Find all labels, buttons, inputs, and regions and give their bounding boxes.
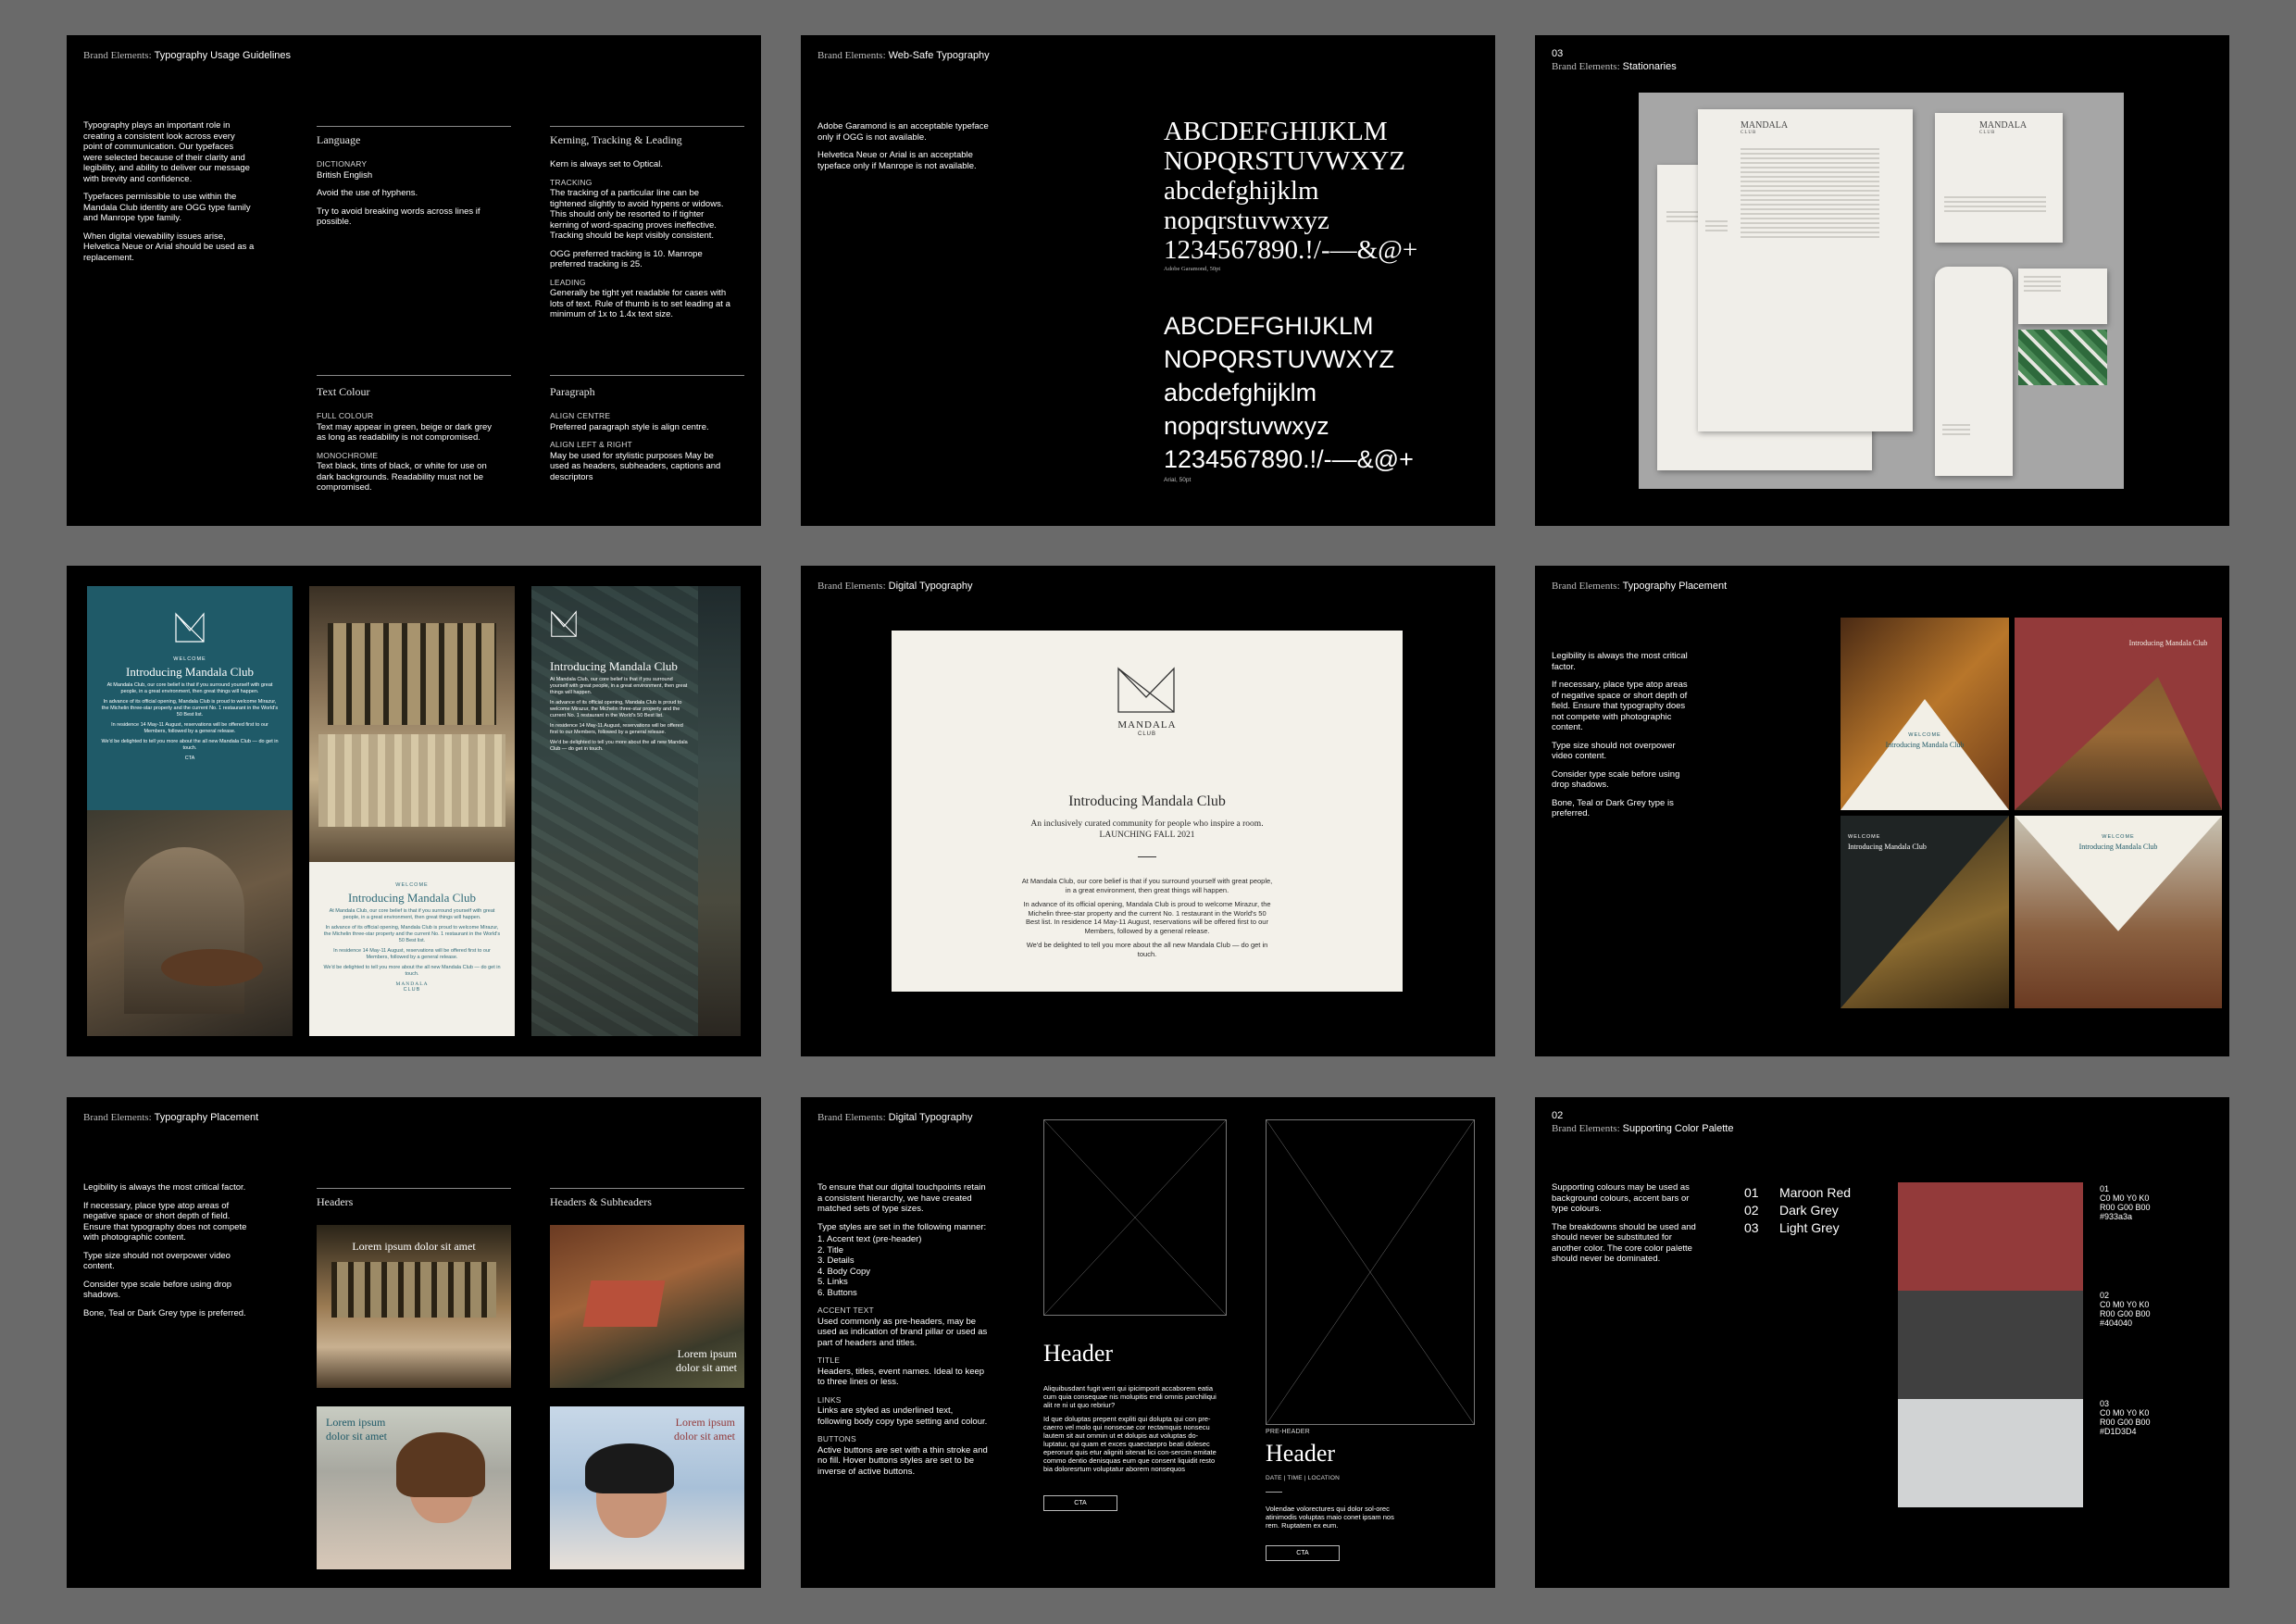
panel-title: Brand Elements: Typography Usage Guidelin… [83,50,291,61]
swatch-spec: 03 C0 M0 Y0 K0 R00 G00 B00 #D1D3D4 [2100,1399,2151,1436]
mandala-m-logo [551,610,577,637]
divider [550,1188,744,1189]
language-heading: Language [317,133,361,146]
panel-typography-placement-2: Brand Elements: Typography Placement Legi… [67,1097,761,1588]
text-colour-text: FULL COLOUR Text may appear in green, be… [317,411,493,493]
panel-supporting-palette: 02 Brand Elements: Supporting Color Palet… [1535,1097,2229,1588]
digital-typography-notes: To ensure that our digital touchpoints r… [817,1182,988,1477]
section-number: 03 [1552,48,1564,59]
mural-tile: Introducing Mandala Club At Mandala Club… [531,586,741,1036]
intro-block: Introducing Mandala Club At Mandala Club… [550,659,688,752]
panel-title: Brand Elements: Typography Placement [1552,581,1728,592]
panel-typography-usage: Brand Elements: Typography Usage Guidelin… [67,35,761,526]
intro-block: WELCOME Introducing Mandala Club At Mand… [101,656,279,761]
palette-item: 02 Dark Grey [1744,1203,1839,1218]
email-body: At Mandala Club, our core belief is that… [1021,877,1273,958]
serif-specimen: ABCDEFGHIJKLM NOPQRSTUVWXYZ abcdefghijkl… [1164,117,1418,272]
divider [317,1188,511,1189]
panel-title: Brand Elements: Typography Placement [83,1112,259,1123]
note-card: MANDALA CLUB [1935,113,2063,243]
tile-maroon: Introducing Mandala Club [2015,618,2222,810]
tile-dark: WELCOME Introducing Mandala Club [1841,816,2009,1008]
text-colour-heading: Text Colour [317,385,370,398]
swatch-light-grey [1898,1399,2083,1507]
divider [550,126,744,127]
palette-item: 03 Light Grey [1744,1220,1840,1235]
bar-photo [309,586,515,862]
divider [317,375,511,376]
panel-title: Brand Elements: Supporting Color Palette [1552,1123,1734,1134]
business-card-pattern [2018,330,2107,385]
panel-web-safe-typography: Brand Elements: Web-Safe Typography Adobe… [801,35,1495,526]
mandala-m-logo [175,612,205,643]
sample-header-2: Header [1266,1440,1336,1467]
tile-bone: WELCOME Introducing Mandala Club [2015,816,2222,1008]
divider [317,126,511,127]
bar-photo: Lorem ipsum dolor sit amet [317,1225,511,1388]
panel-stationaries: 03 Brand Elements: Stationaries MANDALA CL… [1535,35,2229,526]
swatch-spec: 02 C0 M0 Y0 K0 R00 G00 B00 #404040 [2100,1291,2151,1328]
stationery-mockup: MANDALA CLUB MANDALA CLUB [1639,93,2124,489]
subheaders-heading: Headers & Subheaders [550,1195,652,1208]
panel-title: Brand Elements: Digital Typography [817,581,973,592]
swatch-spec: 01 C0 M0 Y0 K0 R00 G00 B00 #933a3a [2100,1184,2151,1221]
paragraph-heading: Paragraph [550,385,595,398]
cta-button[interactable]: CTA [1266,1545,1340,1561]
divider [1266,1492,1282,1493]
woman-photo-2: Lorem ipsum dolor sit amet [550,1406,744,1569]
palette-item: 01 Maroon Red [1744,1185,1852,1200]
divider [1138,856,1156,857]
swatch-dark-grey [1898,1291,2083,1399]
panel-title: Brand Elements: Stationaries [1552,61,1677,72]
headers-heading: Headers [317,1195,354,1208]
teal-tile: WELCOME Introducing Mandala Club At Mand… [87,586,293,810]
sample-body-2: Volendae volorectures qui dolor sol-orec… [1266,1505,1394,1530]
palette-notes: Supporting colours may be used as backgr… [1552,1182,1696,1264]
panel-social-tiles: WELCOME Introducing Mandala Club At Mand… [67,566,761,1056]
email-card: MANDALA CLUB Introducing Mandala Club An… [892,631,1403,992]
palette-list: 01 Maroon Red 02 Dark Grey 03 Light Grey [1744,1184,1851,1237]
paragraph-text: ALIGN CENTRE Preferred paragraph style i… [550,411,721,482]
bone-tile: WELCOME Introducing Mandala Club At Mand… [309,862,515,1036]
business-card [2018,269,2107,324]
divider [550,375,744,376]
panel-title: Brand Elements: Digital Typography [817,1112,973,1123]
email-heading: Introducing Mandala Club [1068,793,1226,809]
placement-notes: Legibility is always the most critical f… [1552,651,1688,818]
panel-digital-typography-2: Brand Elements: Digital Typography To ens… [801,1097,1495,1588]
swatch-maroon-red [1898,1182,2083,1291]
pre-header: PRE-HEADER [1266,1429,1310,1435]
panel-digital-typography: Brand Elements: Digital Typography MANDAL… [801,566,1495,1056]
panel-title: Brand Elements: Web-Safe Typography [817,50,990,61]
letterhead: MANDALA CLUB [1698,109,1913,431]
web-safe-notes: Adobe Garamond is an acceptable typeface… [817,121,989,171]
logo: MANDALA CLUB [1979,120,2028,135]
intro-text: Typography plays an important role in cr… [83,120,255,263]
sans-specimen: ABCDEFGHIJKLM NOPQRSTUVWXYZ abcdefghijkl… [1164,312,1414,483]
kerning-heading: Kerning, Tracking & Leading [550,133,682,146]
tile-bar-photo: WELCOME Introducing Mandala Club [1841,618,2009,810]
woman-photo-1: Lorem ipsum dolor sit amet [317,1406,511,1569]
kerning-text: Kern is always set to Optical. TRACKING … [550,159,730,319]
lounge-photo [87,810,293,1036]
date-location: DATE | TIME | LOCATION [1266,1475,1341,1481]
image-placeholder [1266,1119,1475,1425]
sample-header: Header [1043,1340,1114,1367]
section-number: 02 [1552,1110,1564,1121]
panel-typography-placement: Brand Elements: Typography Placement Legi… [1535,566,2229,1056]
language-text: DICTIONARY British English Avoid the use… [317,159,480,227]
envelope [1935,267,2013,476]
placement-notes: Legibility is always the most critical f… [83,1182,247,1318]
logo: MANDALA CLUB [1741,120,1789,135]
image-placeholder [1043,1119,1227,1316]
sample-body: Aliquibusdant fugit vent qui ipicimporit… [1043,1384,1217,1473]
mandala-m-logo [1117,667,1175,713]
table-photo: Lorem ipsum dolor sit amet [550,1225,744,1388]
intro-block: WELCOME Introducing Mandala Club At Mand… [323,882,501,993]
cta-button[interactable]: CTA [1043,1495,1117,1511]
